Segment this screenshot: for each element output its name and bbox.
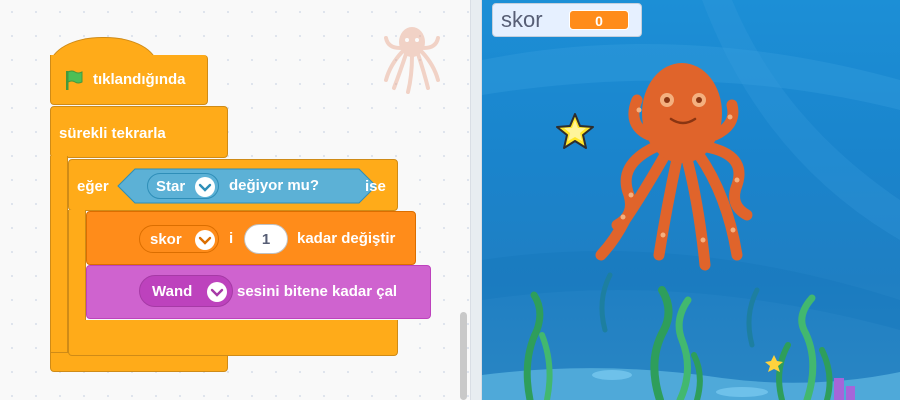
variable-dropdown[interactable]: skor: [139, 225, 219, 253]
score-monitor-value: 0: [569, 10, 629, 30]
hat-block-label: tıklandığında: [93, 71, 186, 88]
touching-target-label: Star: [156, 178, 186, 195]
then-label: ise: [365, 178, 386, 195]
green-flag-icon: [66, 70, 83, 90]
touching-target-dropdown[interactable]: Star: [147, 173, 219, 199]
code-area[interactable]: tıklandığında sürekli tekrarla eğer Star…: [0, 0, 470, 400]
panel-divider: [470, 0, 482, 400]
sound-suffix-label: sesini bitene kadar çal: [237, 283, 398, 300]
forever-block[interactable]: sürekli tekrarla: [50, 106, 228, 158]
if-label: eğer: [77, 178, 109, 195]
octopus-sprite-icon[interactable]: [587, 55, 777, 275]
star-sprite-icon[interactable]: [554, 111, 596, 153]
forever-block-label: sürekli tekrarla: [59, 125, 166, 142]
if-then-block[interactable]: eğer Star değiyor mu? ise: [68, 159, 398, 211]
sound-dropdown[interactable]: Wand: [139, 275, 233, 307]
forever-block-arm: [50, 156, 68, 354]
change-variable-block[interactable]: skor i 1 kadar değiştir: [86, 211, 416, 265]
dropdown-caret-icon: [194, 229, 216, 251]
play-sound-until-done-block[interactable]: Wand sesini bitene kadar çal: [86, 265, 431, 319]
code-area-scrollbar[interactable]: [460, 312, 467, 400]
variable-name-label: skor: [150, 231, 182, 248]
dropdown-caret-icon: [206, 281, 228, 303]
when-flag-clicked-block[interactable]: tıklandığında: [50, 55, 208, 105]
change-connector-label: i: [229, 230, 234, 247]
score-monitor-label: skor: [501, 7, 543, 32]
score-variable-monitor[interactable]: skor 0: [492, 3, 642, 37]
if-block-arm: [68, 210, 86, 322]
if-block-bottom: [68, 320, 398, 356]
dropdown-caret-icon: [194, 176, 216, 198]
change-suffix-label: kadar değiştir: [297, 230, 396, 247]
change-amount-input[interactable]: 1: [244, 224, 288, 254]
octopus-sprite-thumbnail-icon: [384, 27, 440, 94]
stage[interactable]: skor 0: [482, 0, 900, 400]
touching-suffix-label: değiyor mu?: [229, 177, 320, 194]
sound-name-label: Wand: [152, 283, 193, 300]
touching-sensing-block[interactable]: Star değiyor mu?: [117, 168, 377, 204]
